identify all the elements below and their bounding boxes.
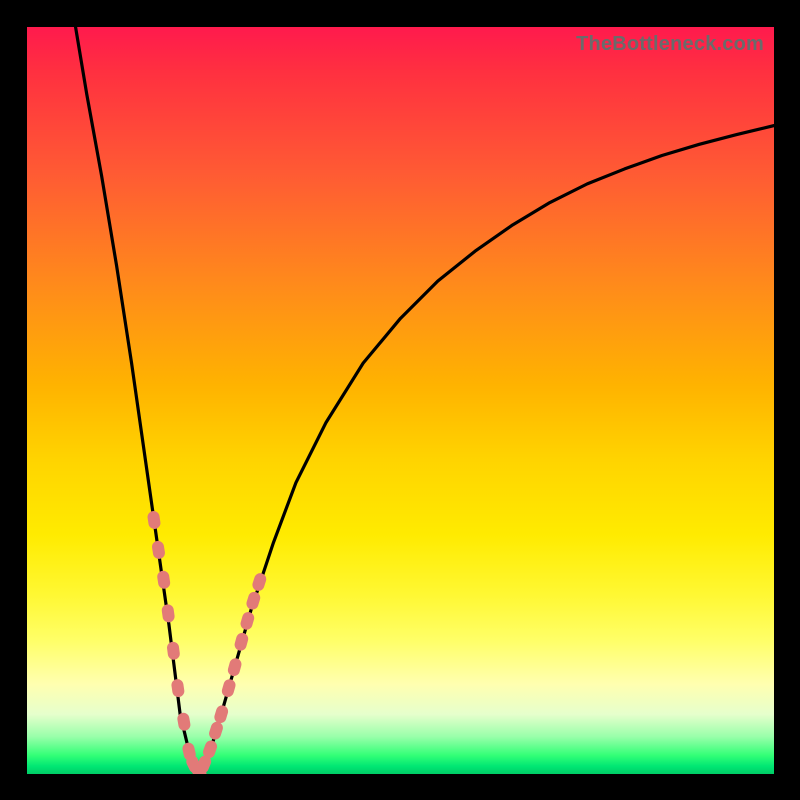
data-marker xyxy=(161,604,175,623)
data-marker xyxy=(213,704,230,725)
data-marker xyxy=(166,641,180,660)
data-marker xyxy=(151,540,166,560)
data-marker xyxy=(220,678,236,699)
chart-frame: TheBottleneck.com xyxy=(0,0,800,800)
data-marker xyxy=(233,632,249,653)
chart-svg xyxy=(27,27,774,774)
data-marker xyxy=(251,572,268,593)
plot-area: TheBottleneck.com xyxy=(27,27,774,774)
marker-layer xyxy=(147,510,268,774)
data-marker xyxy=(171,678,186,698)
data-marker xyxy=(227,657,243,678)
data-marker xyxy=(156,570,171,590)
data-marker xyxy=(208,720,225,741)
curve-layer xyxy=(76,27,774,772)
data-marker xyxy=(245,590,262,611)
right-branch-curve xyxy=(199,126,774,772)
data-marker xyxy=(147,510,162,530)
data-marker xyxy=(239,611,256,632)
watermark-text: TheBottleneck.com xyxy=(576,33,764,56)
left-branch-curve xyxy=(76,27,199,772)
